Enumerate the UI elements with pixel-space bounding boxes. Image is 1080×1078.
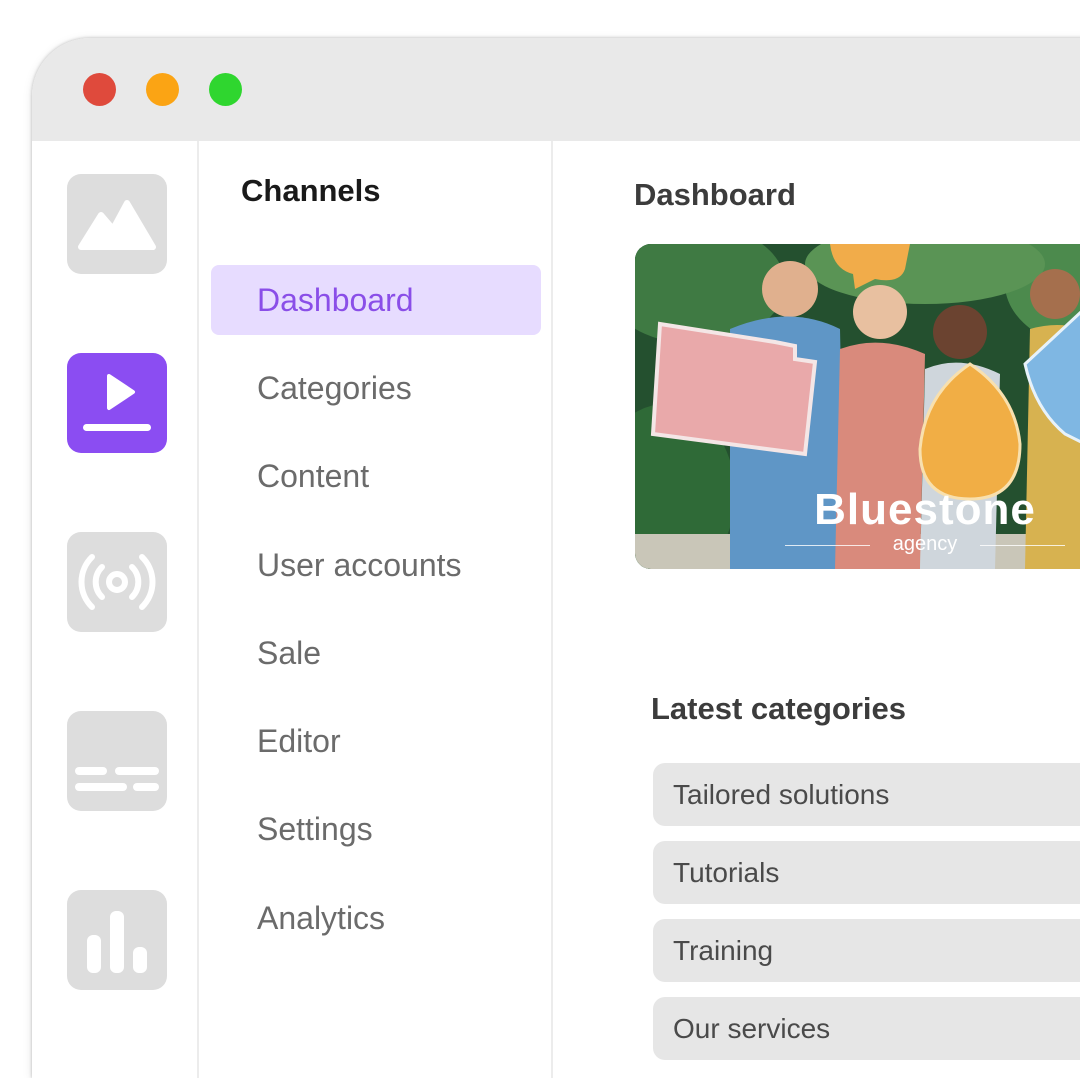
nav-item-categories[interactable]: Categories	[211, 353, 541, 423]
title-bar	[32, 38, 1080, 141]
bar-chart-icon	[87, 911, 147, 973]
icon-rail	[32, 141, 199, 1078]
rail-button-analytics[interactable]	[67, 890, 167, 990]
category-item[interactable]: Our services	[653, 997, 1080, 1060]
brand-overlay: Bluestone agency	[775, 487, 1075, 555]
channels-title: Channels	[241, 173, 381, 208]
play-video-icon	[83, 374, 151, 431]
brand-subtitle: agency	[775, 533, 1075, 555]
subtitles-icon	[75, 767, 159, 791]
broadcast-icon	[78, 554, 156, 610]
app-window: Channels Dashboard Categories Content Us…	[32, 38, 1080, 1078]
maximize-window-button[interactable]	[209, 73, 242, 106]
page-title: Dashboard	[634, 177, 796, 212]
nav-item-sale[interactable]: Sale	[211, 618, 541, 688]
main-content: Dashboard Bluestone agency Latest catego…	[553, 141, 1080, 1078]
hero-banner[interactable]: Bluestone agency	[635, 244, 1080, 569]
mountain-image-icon	[78, 200, 156, 250]
category-item[interactable]: Training	[653, 919, 1080, 982]
close-window-button[interactable]	[83, 73, 116, 106]
rail-button-live[interactable]	[67, 532, 167, 632]
nav-item-editor[interactable]: Editor	[211, 706, 541, 776]
rail-button-subtitles[interactable]	[67, 711, 167, 811]
nav-item-settings[interactable]: Settings	[211, 794, 541, 864]
latest-categories-title: Latest categories	[651, 691, 906, 726]
nav-item-dashboard[interactable]: Dashboard	[211, 265, 541, 335]
channels-panel: Channels Dashboard Categories Content Us…	[199, 141, 553, 1078]
category-item[interactable]: Tailored solutions	[653, 763, 1080, 826]
nav-item-analytics[interactable]: Analytics	[211, 883, 541, 953]
brand-name: Bluestone	[814, 485, 1036, 534]
rail-button-images[interactable]	[67, 174, 167, 274]
rail-button-videos[interactable]	[67, 353, 167, 453]
nav-item-content[interactable]: Content	[211, 441, 541, 511]
category-item[interactable]: Tutorials	[653, 841, 1080, 904]
minimize-window-button[interactable]	[146, 73, 179, 106]
nav-item-user-accounts[interactable]: User accounts	[211, 530, 541, 600]
